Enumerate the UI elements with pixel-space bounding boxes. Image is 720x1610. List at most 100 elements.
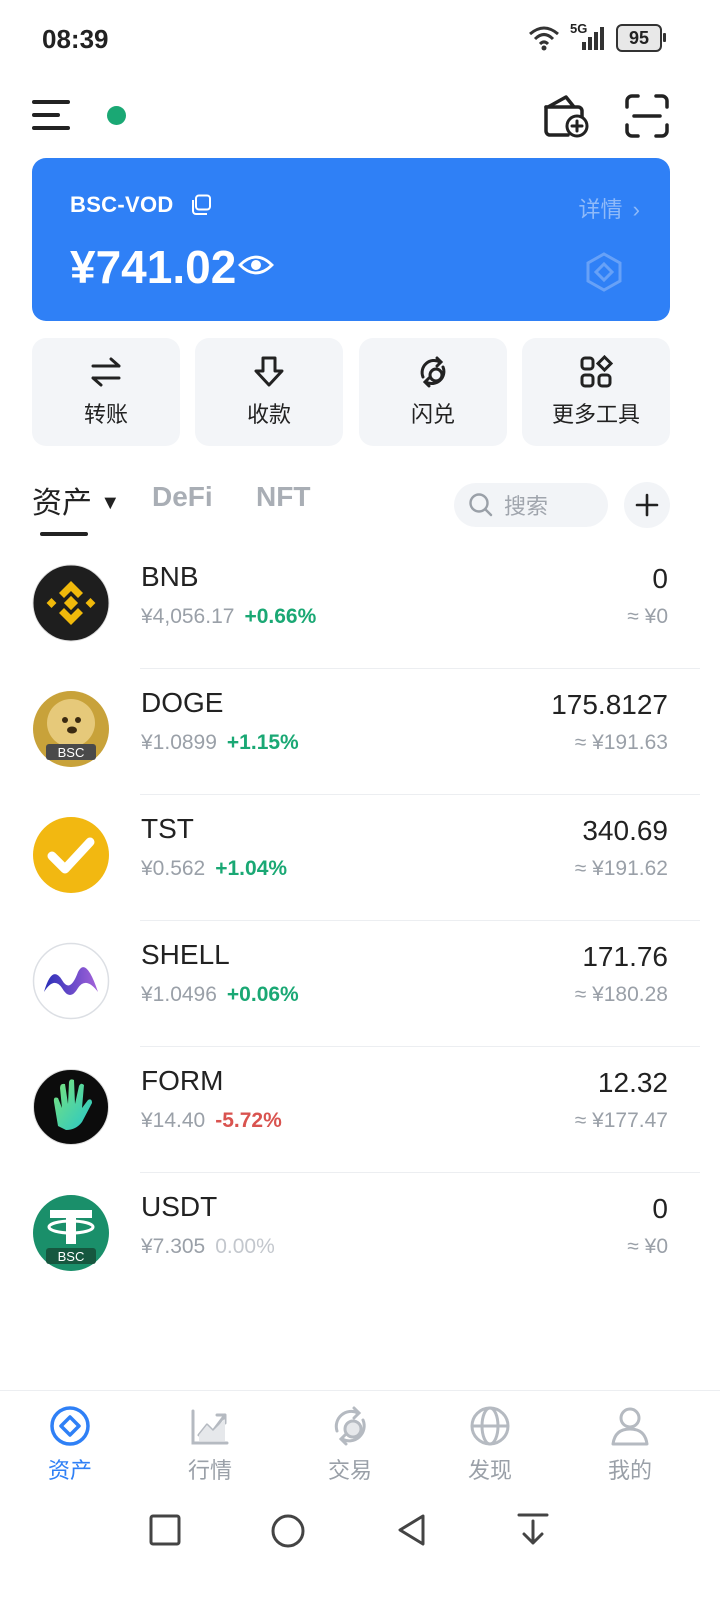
back-icon[interactable] [395,1513,429,1547]
notification-pulldown-icon[interactable] [516,1511,550,1547]
token-change: +0.66% [244,605,317,628]
status-time: 08:39 [42,24,109,54]
token-symbol: SHELL [141,939,230,970]
usdt-logo-icon: BSC [33,1195,109,1271]
scan-icon[interactable] [624,93,670,139]
wifi-icon [529,26,559,51]
token-symbol: DOGE [141,687,224,718]
more-tools-label: 更多工具 [551,402,640,427]
profile-icon [611,1407,649,1446]
token-symbol: USDT [141,1191,218,1222]
token-row-shell[interactable]: SHELL ¥1.0496 +0.06% 171.76 ≈ ¥180.28 [0,921,720,1047]
caret-down-icon: ▼ [100,492,121,514]
token-price: ¥1.0899 +1.15% [141,731,299,755]
token-change: 0.00% [215,1235,275,1258]
receive-label: 收款 [246,402,291,427]
search-input[interactable]: 搜索 [454,483,608,527]
eye-icon[interactable] [238,253,274,277]
token-price: ¥0.562 +1.04% [141,857,287,881]
token-symbol: TST [141,813,194,844]
form-hand-logo-icon [33,1069,109,1145]
token-price: ¥7.305 0.00% [141,1235,275,1259]
swap-icon [420,356,446,388]
plus-icon [635,493,659,517]
token-price-value: ¥4,056.17 [141,605,235,628]
swap-label: 闪兑 [410,402,455,427]
receive-button[interactable]: 收款 [195,338,343,446]
token-change: +0.06% [226,983,299,1006]
chevron-right-icon: › [632,197,640,222]
nav-market-label: 行情 [187,1458,232,1483]
nav-market[interactable]: 行情 [160,1405,260,1485]
token-amount: 171.76 [582,941,668,972]
transfer-button[interactable]: 转账 [32,338,180,446]
bnb-logo-icon [32,564,110,642]
nav-profile-label: 我的 [607,1458,652,1483]
token-amount: 0 [652,1193,668,1224]
token-amount: 0 [652,563,668,594]
receive-icon [254,356,284,387]
assets-icon [50,1406,90,1446]
token-row-tst[interactable]: TST ¥0.562 +1.04% 340.69 ≈ ¥191.62 [0,795,720,921]
more-tools-icon [580,355,613,388]
token-row-form[interactable]: FORM ¥14.40 -5.72% 12.32 ≈ ¥177.47 [0,1047,720,1173]
wallet-card[interactable]: BSC-VOD 详情 › ¥741.02 [32,158,670,321]
transfer-icon [91,357,121,387]
token-price-value: ¥0.562 [141,857,206,880]
search-icon [469,493,493,517]
token-price: ¥1.0496 +0.06% [141,983,299,1007]
nav-assets[interactable]: 资产 [20,1405,120,1485]
token-change: +1.04% [215,857,288,880]
token-symbol: BNB [141,561,199,592]
nav-trade[interactable]: 交易 [300,1405,400,1485]
shell-wave-logo-icon [32,942,110,1020]
discover-icon [470,1406,510,1446]
token-symbol: FORM [141,1065,224,1096]
cell-signal-icon: 5G [570,21,606,51]
recent-apps-icon[interactable] [148,1513,182,1547]
detail-label: 详情 [578,197,623,222]
nav-profile[interactable]: 我的 [580,1405,680,1485]
nav-assets-label: 资产 [47,1458,92,1483]
token-value: ≈ ¥0 [627,605,668,628]
wallet-balance: ¥741.02 [70,241,237,293]
doge-logo-icon: BSC [33,691,109,767]
tab-nft[interactable]: NFT [256,481,310,513]
token-price: ¥4,056.17 +0.66% [141,605,316,629]
market-icon [191,1409,229,1445]
wallet-detail-link[interactable]: 详情 › [579,192,640,224]
token-amount: 175.8127 [551,689,668,720]
nav-discover[interactable]: 发现 [440,1405,540,1485]
online-status-dot [107,106,126,125]
token-value: ≈ ¥177.47 [574,1109,668,1132]
token-price: ¥14.40 -5.72% [141,1109,282,1133]
token-row-bnb[interactable]: BNB ¥4,056.17 +0.66% 0 ≈ ¥0 [0,543,720,669]
token-row-usdt[interactable]: BSC USDT ¥7.305 0.00% 0 ≈ ¥0 [0,1173,720,1299]
system-nav-bar [0,1495,720,1565]
tab-assets-label: 资产 [32,487,92,520]
more-tools-button[interactable]: 更多工具 [522,338,670,446]
token-value: ≈ ¥191.63 [574,731,668,754]
tab-active-indicator [40,532,88,536]
tab-assets[interactable]: 资产 ▼ [32,478,120,522]
menu-icon[interactable] [32,98,72,132]
token-value: ≈ ¥180.28 [574,983,668,1006]
token-value: ≈ ¥0 [627,1235,668,1258]
token-change: -5.72% [215,1109,282,1132]
token-row-doge[interactable]: BSC DOGE ¥1.0899 +1.15% 175.8127 ≈ ¥191.6… [0,669,720,795]
swap-button[interactable]: 闪兑 [359,338,507,446]
token-price-value: ¥1.0496 [141,983,217,1006]
wallet-add-icon[interactable] [542,93,590,139]
svg-text:BSC: BSC [58,745,85,760]
trade-icon [334,1406,366,1446]
tab-defi[interactable]: DeFi [152,481,213,513]
bottom-nav: 资产 行情 交易 发现 我的 [0,1390,720,1491]
home-icon[interactable] [270,1513,306,1549]
token-price-value: ¥14.40 [141,1109,206,1132]
add-token-button[interactable] [624,482,670,528]
copy-icon[interactable] [190,194,212,216]
svg-text:BSC: BSC [58,1249,85,1264]
bsc-chain-icon [586,252,622,292]
wallet-name: BSC-VOD [70,192,174,217]
nav-trade-label: 交易 [327,1458,372,1483]
